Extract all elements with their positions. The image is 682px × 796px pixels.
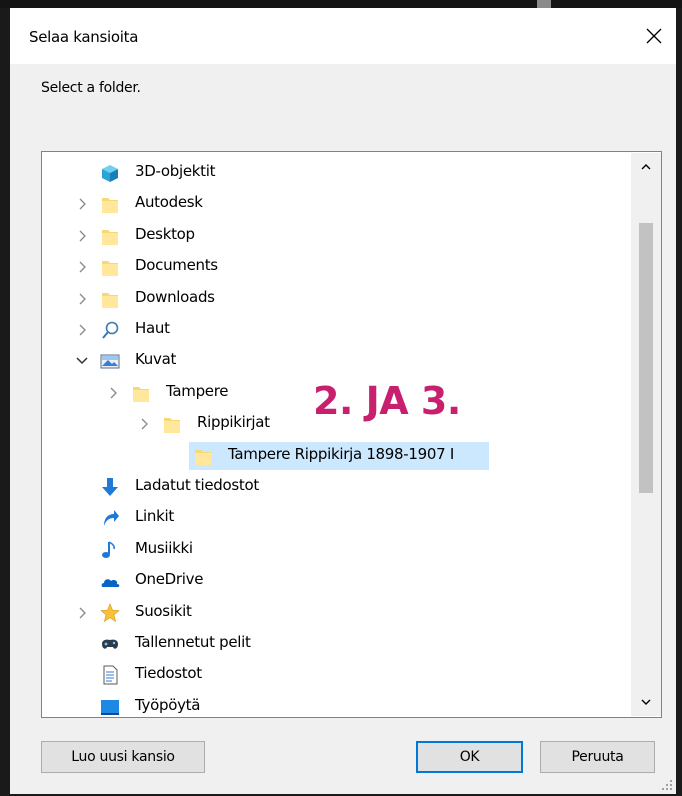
tree-item-label: Tampere bbox=[166, 381, 229, 400]
cancel-button[interactable]: Peruuta bbox=[540, 741, 655, 773]
tree-item[interactable]: Kuvat bbox=[42, 347, 632, 375]
vertical-scrollbar[interactable] bbox=[631, 153, 661, 716]
chevron-right-icon[interactable] bbox=[75, 606, 89, 620]
tree-item-label: Kuvat bbox=[135, 350, 177, 369]
folder-icon bbox=[164, 418, 180, 434]
tree-item[interactable]: Tiedostot bbox=[42, 661, 632, 689]
tree-item[interactable]: Työpöytä bbox=[42, 693, 632, 717]
tree-item-label: 3D-objektit bbox=[135, 162, 216, 180]
tree-item-label: Tiedostot bbox=[135, 664, 202, 683]
background-window-strip bbox=[0, 0, 682, 8]
chevron-down-icon bbox=[641, 699, 651, 705]
close-button[interactable] bbox=[638, 20, 670, 52]
dialog-prompt: Select a folder. bbox=[41, 80, 141, 96]
star-icon bbox=[100, 602, 120, 622]
background-scroll-knob bbox=[537, 0, 551, 8]
saved-games-icon bbox=[102, 639, 118, 649]
resize-grip-icon[interactable] bbox=[660, 778, 674, 792]
tree-item-label: Tampere Rippikirja 1898-1907 I bbox=[228, 444, 454, 463]
3d-objects-icon bbox=[102, 165, 118, 182]
music-note-icon bbox=[102, 541, 115, 558]
chevron-right-icon[interactable] bbox=[137, 417, 151, 431]
title-bar: Selaa kansioita bbox=[10, 8, 676, 64]
tree-item[interactable]: Suosikit bbox=[42, 599, 632, 627]
scroll-down-button[interactable] bbox=[631, 690, 661, 716]
folder-icon bbox=[102, 198, 118, 214]
tree-item[interactable]: Ladatut tiedostot bbox=[42, 473, 632, 501]
tree-item-label: Ladatut tiedostot bbox=[135, 476, 259, 494]
tree-item-label: Suosikit bbox=[135, 601, 192, 620]
tree-item[interactable]: Tallennetut pelit bbox=[42, 630, 632, 658]
chevron-right-icon[interactable] bbox=[75, 229, 89, 243]
new-folder-button[interactable]: Luo uusi kansio bbox=[41, 741, 205, 773]
scrollbar-thumb[interactable] bbox=[639, 223, 653, 493]
close-icon bbox=[646, 28, 662, 44]
tree-item[interactable]: Linkit bbox=[42, 504, 632, 532]
tree-item[interactable]: Musiikki bbox=[42, 536, 632, 564]
pictures-icon bbox=[100, 354, 120, 369]
folder-icon bbox=[102, 261, 118, 277]
chevron-right-icon[interactable] bbox=[75, 292, 89, 306]
chevron-right-icon[interactable] bbox=[75, 260, 89, 274]
tree-item-label: Documents bbox=[135, 256, 218, 275]
tree-item-label: Autodesk bbox=[135, 193, 203, 212]
chevron-up-icon bbox=[641, 164, 651, 170]
folder-icon bbox=[195, 449, 211, 465]
folder-tree[interactable]: Työpöytä Tiedostot Tallennetut pelit Suosik… bbox=[41, 151, 662, 718]
tree-item[interactable]: OneDrive bbox=[42, 567, 632, 595]
tree-item-label: Desktop bbox=[135, 224, 195, 243]
chevron-down-icon[interactable] bbox=[75, 354, 89, 368]
cloud-icon bbox=[101, 579, 120, 588]
tree-item-label: Linkit bbox=[135, 507, 174, 526]
document-icon bbox=[103, 665, 118, 685]
scroll-up-button[interactable] bbox=[631, 153, 661, 179]
annotation-step-label: 2. JA 3. bbox=[313, 379, 461, 423]
chevron-right-icon[interactable] bbox=[75, 323, 89, 337]
tree-item[interactable]: Haut bbox=[42, 316, 632, 344]
download-arrow-icon bbox=[102, 478, 118, 496]
tree-item[interactable]: Downloads bbox=[42, 285, 632, 313]
tree-item-label: Tallennetut pelit bbox=[135, 633, 251, 651]
browse-folder-dialog: Selaa kansioita Select a folder. Työpöyt… bbox=[10, 8, 676, 794]
tree-item[interactable]: Desktop bbox=[42, 222, 632, 250]
tree-item-label: Musiikki bbox=[135, 538, 193, 557]
tree-item-label: Downloads bbox=[135, 287, 215, 306]
folder-icon bbox=[133, 386, 149, 402]
chevron-right-icon[interactable] bbox=[106, 386, 120, 400]
desktop-icon bbox=[101, 699, 119, 715]
folder-icon bbox=[102, 229, 118, 245]
search-icon bbox=[102, 321, 119, 339]
link-arrow-icon bbox=[104, 510, 119, 527]
ok-button[interactable]: OK bbox=[416, 741, 523, 773]
tree-item-label: Rippikirjat bbox=[197, 413, 270, 432]
chevron-right-icon[interactable] bbox=[75, 197, 89, 211]
tree-item[interactable]: Tampere Rippikirja 1898-1907 I bbox=[42, 441, 632, 470]
tree-item-label: Työpöytä bbox=[135, 695, 201, 714]
folder-icon bbox=[102, 292, 118, 308]
tree-item[interactable]: Documents bbox=[42, 253, 632, 281]
tree-item-label: Haut bbox=[135, 319, 170, 337]
tree-item[interactable]: 3D-objektit bbox=[42, 159, 632, 187]
dialog-title: Selaa kansioita bbox=[29, 28, 139, 46]
tree-item[interactable]: Autodesk bbox=[42, 190, 632, 218]
tree-item-label: OneDrive bbox=[135, 570, 204, 589]
